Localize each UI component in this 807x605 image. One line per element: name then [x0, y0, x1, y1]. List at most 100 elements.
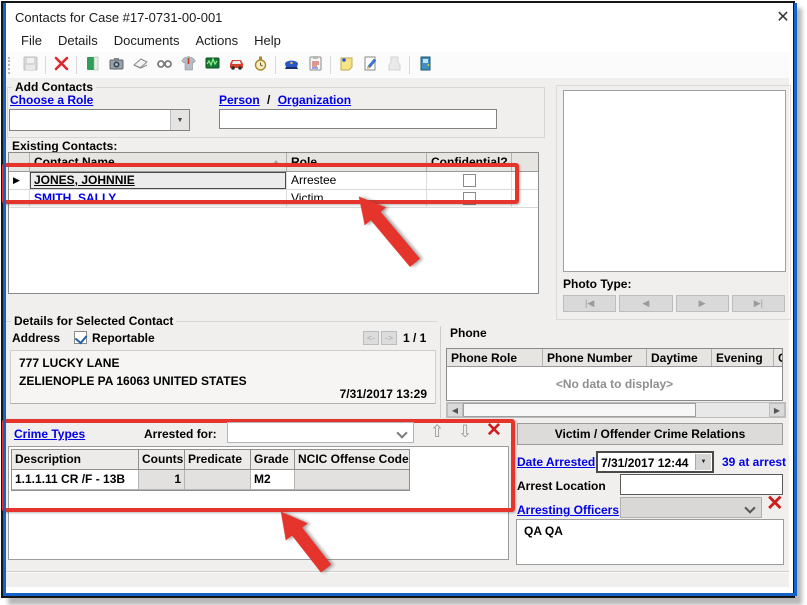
save-button[interactable]	[18, 54, 42, 77]
phone-role-header[interactable]: Phone Role	[447, 349, 542, 366]
close-icon[interactable]: ✕	[770, 7, 796, 28]
chevron-down-icon[interactable]	[396, 427, 407, 438]
menu-help[interactable]: Help	[246, 31, 289, 50]
role-cell[interactable]: Victim	[286, 190, 426, 207]
remove-officer-icon[interactable]: ✕	[766, 494, 784, 514]
officers-listbox[interactable]: QA QA	[516, 519, 784, 565]
table-row-jones[interactable]: ▶ JONES, JOHNNIE Arrestee	[9, 172, 538, 190]
description-header[interactable]: Description	[12, 450, 138, 469]
edit-icon	[362, 55, 379, 75]
vehicle-icon	[228, 55, 245, 75]
edit-button[interactable]	[358, 54, 382, 77]
contact-book-button[interactable]	[80, 54, 104, 77]
ncic-header[interactable]: NCIC Offense Code	[294, 450, 409, 469]
organization-link[interactable]: Organization	[278, 93, 351, 107]
scroll-left-icon[interactable]: ◀	[447, 403, 463, 417]
confidential-checkbox-jones[interactable]	[463, 174, 476, 187]
existing-contacts-header: Contact Name Role Confidential?	[9, 153, 538, 172]
watch-button[interactable]	[248, 54, 272, 77]
arresting-officers-combobox[interactable]	[620, 497, 762, 518]
ncic-cell[interactable]	[294, 470, 409, 489]
confidential-checkbox-smith[interactable]	[463, 192, 476, 205]
contact-book-icon	[84, 55, 101, 75]
clothing-button[interactable]	[176, 54, 200, 77]
counts-header[interactable]: Counts	[138, 450, 184, 469]
date-arrested-field[interactable]: 7/31/2017 12:44 ▼	[596, 451, 714, 473]
address-prev-button[interactable]: <-	[363, 331, 379, 345]
table-row-smith[interactable]: SMITH, SALLY Victim	[9, 190, 538, 208]
move-down-icon[interactable]: ⇩	[458, 422, 472, 442]
phone-number-header[interactable]: Phone Number	[542, 349, 646, 366]
scroll-right-icon[interactable]: ▶	[769, 403, 785, 417]
evening-header[interactable]: Evening	[711, 349, 773, 366]
photo-nav: |◀ ◀ ▶ ▶|	[563, 295, 785, 312]
scanner-button[interactable]	[128, 54, 152, 77]
daytime-header[interactable]: Daytime	[646, 349, 711, 366]
handcuffs-icon	[156, 55, 173, 75]
toolbar-separator	[330, 56, 331, 74]
existing-contacts-label: Existing Contacts:	[12, 139, 117, 153]
role-combobox[interactable]: ▼	[9, 109, 190, 131]
person-name-input[interactable]	[219, 109, 497, 129]
photo-prev-button[interactable]: ◀	[619, 295, 672, 312]
officer-cap-button[interactable]	[279, 54, 303, 77]
clipboard-button[interactable]	[303, 54, 327, 77]
handcuffs-button[interactable]	[152, 54, 176, 77]
person-link[interactable]: Person	[219, 93, 260, 107]
sticky-note-button[interactable]	[334, 54, 358, 77]
grade-header[interactable]: Grade	[250, 450, 294, 469]
crime-types-link[interactable]: Crime Types	[14, 427, 85, 441]
menu-actions[interactable]: Actions	[187, 31, 246, 50]
contact-name-header[interactable]: Contact Name	[29, 153, 286, 171]
contact-name-cell[interactable]: JONES, JOHNNIE	[29, 172, 286, 189]
contact-name-link-smith[interactable]: SMITH, SALLY	[34, 191, 116, 205]
delete-button[interactable]	[49, 54, 73, 77]
exit-door-button[interactable]	[413, 54, 437, 77]
counts-cell[interactable]: 1	[138, 470, 184, 489]
photo-first-button[interactable]: |◀	[563, 295, 616, 312]
predicate-cell[interactable]	[184, 470, 250, 489]
choose-a-role-link[interactable]: Choose a Role	[10, 93, 93, 107]
created-header[interactable]: Cre	[773, 349, 782, 366]
arrested-for-label: Arrested for:	[144, 427, 217, 441]
date-arrested-value: 7/31/2017 12:44	[601, 456, 688, 470]
crime-row[interactable]: 1.1.1.11 CR /F - 13B 1 M2	[12, 470, 409, 490]
arrested-for-combobox[interactable]	[227, 422, 414, 443]
stamp-button[interactable]	[382, 54, 406, 77]
arrest-location-input[interactable]	[620, 474, 783, 495]
date-dropdown-icon[interactable]: ▼	[695, 454, 711, 470]
predicate-header[interactable]: Predicate	[184, 450, 250, 469]
scrollbar-thumb[interactable]	[463, 403, 696, 417]
arrest-location-label: Arrest Location	[517, 479, 606, 493]
menu-documents[interactable]: Documents	[106, 31, 188, 50]
toolbar-grip[interactable]	[8, 57, 13, 74]
vitals-button[interactable]	[200, 54, 224, 77]
contact-name-cell[interactable]: SMITH, SALLY	[29, 190, 286, 207]
move-up-icon[interactable]: ⇧	[430, 422, 444, 442]
phone-scrollbar[interactable]: ◀ ▶	[446, 402, 786, 418]
chevron-down-icon[interactable]	[744, 502, 755, 513]
date-arrested-link[interactable]: Date Arrested	[517, 455, 595, 469]
arresting-officers-link[interactable]: Arresting Officers	[517, 503, 619, 517]
camera-button[interactable]	[104, 54, 128, 77]
contact-name-link-jones[interactable]: JONES, JOHNNIE	[34, 173, 135, 187]
crime-grid: Description Counts Predicate Grade NCIC …	[11, 449, 410, 491]
menu-file[interactable]: File	[13, 31, 50, 50]
address-label: Address	[12, 331, 60, 345]
officer-list-item[interactable]: QA QA	[524, 524, 563, 538]
role-header[interactable]: Role	[286, 153, 426, 171]
address-next-button[interactable]: ->	[381, 331, 397, 345]
reportable-checkbox[interactable]	[74, 331, 87, 344]
window-title: Contacts for Case #17-0731-00-001	[15, 10, 222, 25]
role-combobox-dropdown-icon[interactable]: ▼	[170, 110, 189, 130]
photo-next-button[interactable]: ▶	[676, 295, 729, 312]
grade-cell[interactable]: M2	[250, 470, 294, 489]
menu-details[interactable]: Details	[50, 31, 106, 50]
remove-crime-icon[interactable]: ✕	[486, 421, 502, 441]
confidential-header[interactable]: Confidential?	[426, 153, 511, 171]
vehicle-button[interactable]	[224, 54, 248, 77]
photo-last-button[interactable]: ▶|	[732, 295, 785, 312]
description-cell[interactable]: 1.1.1.11 CR /F - 13B	[12, 470, 138, 489]
role-cell[interactable]: Arrestee	[286, 172, 426, 189]
victim-offender-relations-button[interactable]: Victim / Offender Crime Relations	[517, 423, 783, 445]
